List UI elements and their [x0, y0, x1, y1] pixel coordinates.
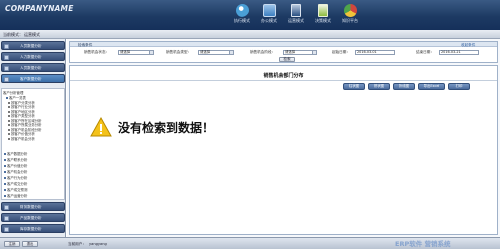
- report-divider: [70, 80, 497, 81]
- pie-chart-button[interactable]: 饼状图: [368, 83, 390, 90]
- start-date-value: 2016-03-01: [357, 49, 377, 54]
- end-date-input[interactable]: 2016-03-21: [439, 49, 479, 55]
- mode-execute-label: 执行模式: [234, 18, 250, 23]
- company-logo: COMPANYNAME: [5, 4, 74, 13]
- export-excel-button[interactable]: 导出Excel: [418, 83, 445, 90]
- decision-mode-icon: [318, 4, 328, 17]
- sidebar-item-label: 财务数据分析: [20, 205, 42, 209]
- sidebar-item-customer[interactable]: 客户数据分析: [1, 74, 65, 83]
- mode-office-label: 办公模式: [261, 18, 277, 23]
- current-mode-label: 当前模式：: [3, 32, 23, 37]
- sidebar-item-inventory[interactable]: 库存数据分析: [1, 224, 65, 233]
- bar-chart-button[interactable]: 柱状图: [343, 83, 365, 90]
- exit-button[interactable]: 退出: [22, 240, 38, 247]
- start-date-input[interactable]: 2016-03-01: [355, 49, 395, 55]
- folder-icon: [4, 204, 9, 210]
- empty-message: 没有检索到数据！: [118, 121, 215, 135]
- filter-panel-title: 检索条件: [78, 42, 93, 47]
- sidebar-item-hr-1[interactable]: 人员数据分析: [1, 41, 65, 50]
- mode-knowledge-label: 知识平台: [342, 18, 358, 23]
- sidebar-item-label: 客户数据分析: [20, 77, 42, 81]
- chevron-down-icon: [229, 50, 233, 54]
- main-content: 检索条件 收起条件 销售机会状态： 请选择 销售机会类型： 请选择 销售机会阶段…: [67, 39, 500, 237]
- sidebar-item-finance[interactable]: 财务数据分析: [1, 202, 65, 211]
- sidebar-item-label: 库存数据分析: [20, 227, 42, 231]
- sidebar-item-label: 人员数据分析: [20, 66, 42, 70]
- chevron-down-icon: [149, 50, 153, 54]
- tree-item[interactable]: 客户数据分析: [4, 151, 27, 156]
- office-mode-icon: [262, 4, 276, 17]
- folder-icon: [4, 43, 9, 49]
- filter-panel: 检索条件 收起条件 销售机会状态： 请选择 销售机会类型： 请选择 销售机会阶段…: [69, 41, 498, 63]
- collapse-filter-link[interactable]: 收起条件: [461, 43, 475, 48]
- tree-item[interactable]: 客户成交预测: [4, 187, 27, 192]
- tree-item[interactable]: 客户联系分析: [4, 157, 27, 162]
- opportunity-stage-value: 请选择: [285, 49, 296, 54]
- mode-decision-label: 决策模式: [315, 18, 331, 23]
- mode-execute-button[interactable]: 执行模式: [229, 2, 255, 24]
- line-chart-button[interactable]: 折线图: [393, 83, 415, 90]
- current-user-value: yangyang: [89, 241, 107, 246]
- folder-icon: [4, 54, 9, 60]
- mode-status-bar: 当前模式： 运营模式: [0, 30, 500, 39]
- sidebar-item-hr-2[interactable]: 人力数据分析: [1, 52, 65, 61]
- folder-icon: [4, 76, 9, 82]
- opportunity-stage-label: 销售机会阶段：: [250, 50, 276, 54]
- navigation-tree: 客户分析管理 客户一览表 按客户分类分析 按客户行业分析 按客户地区分析 按客户…: [1, 88, 65, 200]
- mode-decision-button[interactable]: 决策模式: [310, 2, 336, 24]
- tree-item[interactable]: 按客户机会分析: [8, 136, 35, 141]
- app-header: COMPANYNAME 执行模式 办公模式 运营模式 决策模式 知识平台: [0, 0, 500, 30]
- watermark: ERP软件 营销系统: [395, 240, 451, 248]
- mode-knowledge-button[interactable]: 知识平台: [337, 2, 363, 24]
- operations-mode-icon: [291, 4, 301, 17]
- end-date-value: 2016-03-21: [441, 49, 461, 54]
- end-date-label: 结束日期：: [416, 50, 434, 54]
- opportunity-status-value: 请选择: [120, 49, 131, 54]
- folder-icon: [4, 65, 9, 71]
- filter-panel-header: 检索条件 收起条件: [70, 42, 497, 47]
- sidebar-item-label: 人力数据分析: [20, 55, 42, 59]
- report-title: 销售机会部门分布: [263, 73, 304, 79]
- sidebar-item-hr-3[interactable]: 人员数据分析: [1, 63, 65, 72]
- chevron-down-icon: [312, 50, 316, 54]
- tree-item[interactable]: 客户行为分析: [4, 175, 27, 180]
- sidebar: 人员数据分析 人力数据分析 人员数据分析 客户数据分析 客户分析管理 客户一览表…: [0, 39, 66, 237]
- query-button[interactable]: 检索: [279, 57, 295, 62]
- knowledge-mode-icon: [343, 4, 357, 17]
- start-date-label: 起始日期：: [332, 50, 350, 54]
- mode-operations-label: 运营模式: [288, 18, 304, 23]
- tree-item[interactable]: 客户机会分析: [4, 169, 27, 174]
- opportunity-type-value: 请选择: [200, 49, 211, 54]
- warning-icon: [90, 117, 112, 137]
- folder-icon: [4, 226, 9, 232]
- mode-operations-button[interactable]: 运营模式: [283, 2, 309, 24]
- logout-button[interactable]: 注销: [4, 240, 20, 247]
- print-button[interactable]: 打印: [448, 83, 470, 90]
- tree-item[interactable]: 客户成交分析: [4, 181, 27, 186]
- opportunity-status-label: 销售机会状态：: [84, 50, 110, 54]
- folder-icon: [4, 215, 9, 221]
- tree-item[interactable]: 客户运营分析: [4, 193, 27, 198]
- execute-mode-icon: [235, 4, 249, 17]
- current-user-label: 当前用户：: [68, 241, 86, 246]
- opportunity-type-select[interactable]: 请选择: [198, 49, 234, 55]
- sidebar-item-product[interactable]: 产品数据分析: [1, 213, 65, 222]
- mode-office-button[interactable]: 办公模式: [256, 2, 282, 24]
- report-panel: 销售机会部门分布 柱状图 饼状图 折线图 导出Excel 打印 没有检索到数据！: [69, 65, 498, 235]
- tree-item[interactable]: 客户价值分析: [4, 163, 27, 168]
- empty-state: 没有检索到数据！: [80, 108, 489, 173]
- opportunity-stage-select[interactable]: 请选择: [283, 49, 317, 55]
- sidebar-item-label: 产品数据分析: [20, 216, 42, 220]
- current-mode-value: 运营模式: [24, 32, 40, 37]
- opportunity-type-label: 销售机会类型：: [166, 50, 192, 54]
- sidebar-item-label: 人员数据分析: [20, 44, 42, 48]
- opportunity-status-select[interactable]: 请选择: [118, 49, 154, 55]
